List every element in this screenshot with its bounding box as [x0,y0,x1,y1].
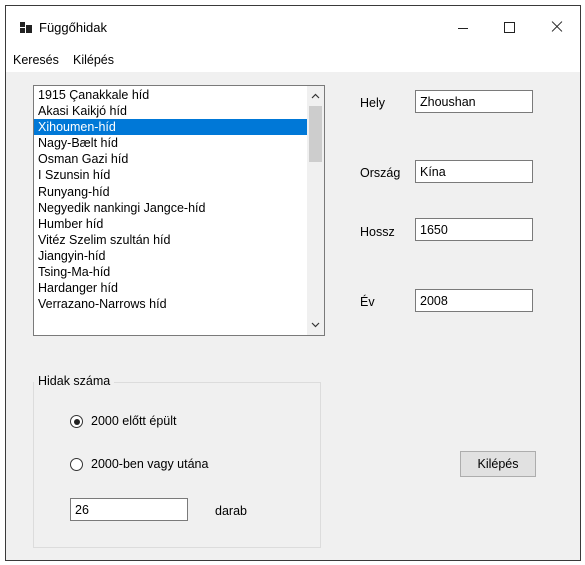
title-bar[interactable]: Függőhidak [6,6,580,46]
bridge-list-items: 1915 Çanakkale híd Akasi Kaikjó híd Xihoum… [34,87,307,312]
list-item[interactable]: Osman Gazi híd [34,151,307,167]
menu-bar: Keresés Kilépés [6,46,580,72]
list-item[interactable]: Jiangyin-híd [34,248,307,264]
list-item[interactable]: 1915 Çanakkale híd [34,87,307,103]
menu-item-exit[interactable]: Kilépés [73,53,114,67]
scroll-up-icon[interactable] [311,92,320,101]
main-window: Függőhidak Keresés Kilépés 1915 Çanakkal… [5,5,581,561]
list-item[interactable]: Hardanger híd [34,280,307,296]
location-label: Hely [360,96,386,110]
list-item[interactable]: Vitéz Szelim szultán híd [34,232,307,248]
vertical-scrollbar[interactable] [307,86,324,335]
app-icon [20,22,32,33]
list-item[interactable]: Negyedik nankingi Jangce-híd [34,200,307,216]
scroll-thumb[interactable] [309,106,322,162]
exit-button[interactable]: Kilépés [460,451,536,477]
menu-item-search[interactable]: Keresés [13,53,59,67]
country-field[interactable]: Kína [415,160,533,183]
scroll-down-icon[interactable] [311,320,320,329]
radio-after-2000-indicator[interactable] [70,458,83,471]
list-item[interactable]: Verrazano-Narrows híd [34,296,307,312]
country-label: Ország [360,166,401,180]
radio-after-2000-label[interactable]: 2000-ben vagy utána [91,457,208,471]
unit-label: darab [215,504,247,518]
maximize-icon[interactable] [486,6,532,46]
location-field[interactable]: Zhoushan [415,90,533,113]
minimize-icon[interactable] [440,6,486,46]
year-field[interactable]: 2008 [415,289,533,312]
window-title: Függőhidak [39,20,107,35]
radio-before-2000-indicator[interactable] [70,415,83,428]
close-icon[interactable] [534,6,580,46]
list-item[interactable]: Xihoumen-híd [34,119,307,136]
list-item[interactable]: Tsing-Ma-híd [34,264,307,280]
length-field[interactable]: 1650 [415,218,533,241]
bridge-listbox[interactable]: 1915 Çanakkale híd Akasi Kaikjó híd Xihoum… [33,85,325,336]
year-label: Év [360,295,375,309]
list-item[interactable]: Humber híd [34,216,307,232]
count-field[interactable]: 26 [70,498,188,521]
group-caption: Hidak száma [34,374,115,388]
list-item[interactable]: Runyang-híd [34,184,307,200]
list-item[interactable]: Akasi Kaikjó híd [34,103,307,119]
radio-before-2000-label[interactable]: 2000 előtt épült [91,414,177,428]
length-label: Hossz [360,225,395,239]
list-item[interactable]: I Szunsin híd [34,167,307,183]
list-item[interactable]: Nagy-Bælt híd [34,135,307,151]
